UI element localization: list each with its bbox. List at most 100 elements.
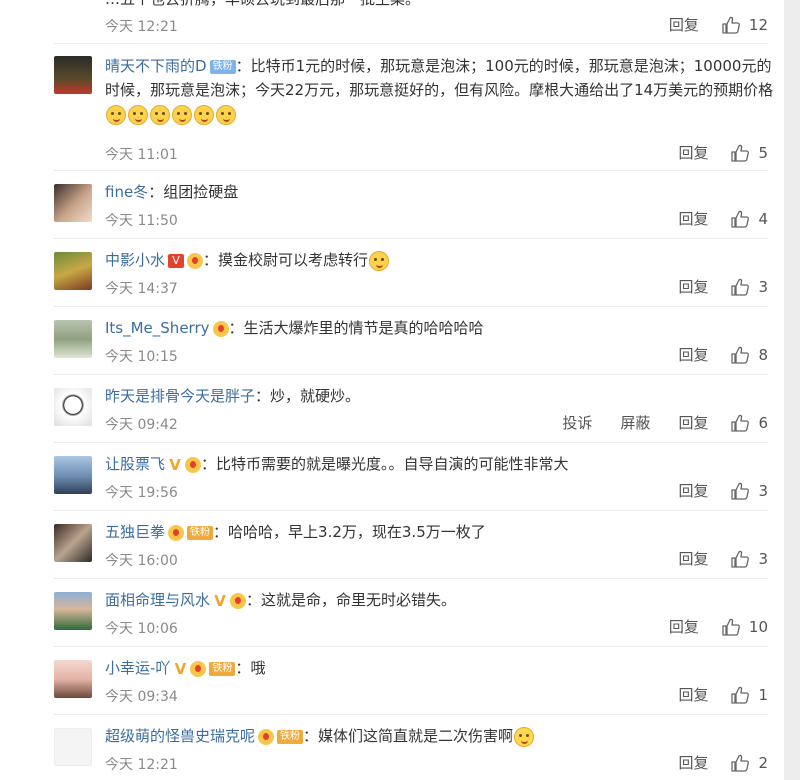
fan-badge: 铁粉 [187, 525, 214, 540]
avatar[interactable] [54, 56, 92, 94]
comment-actions: 回复 12 [641, 14, 768, 35]
comment-actions: 回复 3 [650, 276, 768, 297]
username-link[interactable]: fine冬 [105, 183, 148, 201]
crown-icon [185, 456, 202, 473]
comment-body: 让股票飞 V ：比特币需要的就是曝光度。。自导自演的可能性非常大 [105, 455, 569, 474]
comment-actions: 回复 5 [650, 142, 768, 163]
username-link[interactable]: 昨天是排骨今天是胖子 [105, 387, 255, 405]
doge-emoji-icon [106, 104, 126, 125]
like-button[interactable]: 2 [730, 753, 768, 773]
comment-time: 今天 09:34 [105, 689, 178, 705]
reply-button[interactable]: 回复 [678, 344, 708, 365]
like-count: 3 [758, 277, 768, 296]
comment-text: 媒体们这简直就是二次伤害啊 [318, 727, 514, 745]
thumbs-up-icon [722, 618, 740, 636]
report-button[interactable]: 投诉 [562, 412, 592, 433]
verified-badge-icon: V [169, 455, 181, 474]
comment-text: 哦 [250, 659, 266, 677]
divider [54, 306, 768, 307]
like-button[interactable]: 12 [721, 15, 768, 35]
comment-time: 今天 19:56 [105, 485, 178, 501]
reply-button[interactable]: 回复 [678, 208, 708, 229]
comment-body: 中影小水 V ：摸金校尉可以考虑转行 [105, 248, 775, 272]
like-button[interactable]: 8 [730, 345, 768, 365]
avatar[interactable] [54, 456, 92, 494]
like-count: 1 [758, 685, 768, 704]
comment-body: Its_Me_Sherry ：生活大爆炸里的情节是真的哈哈哈哈 [105, 319, 484, 337]
like-button[interactable]: 1 [730, 685, 768, 705]
comment-body: 五独巨拳 铁粉 ：哈哈哈，早上3.2万，现在3.5万一枚了 [105, 523, 486, 541]
comment-time: 今天 16:00 [105, 553, 178, 569]
comment-time: 今天 10:15 [105, 349, 178, 365]
divider [54, 510, 768, 511]
avatar[interactable] [54, 524, 92, 562]
doge-emoji-icon [172, 104, 192, 125]
like-button[interactable]: 4 [730, 209, 768, 229]
reply-button[interactable]: 回复 [678, 480, 708, 501]
comment-actions: 回复 3 [650, 548, 768, 569]
comment-panel: …五个也去折腾，华硕去玩到最后那一批生菜。 今天 12:21 回复 12 晴天不… [0, 0, 784, 780]
comment-text: 这就是命，命里无时必错失。 [261, 591, 457, 609]
comment-body: 小幸运-吖 V 铁粉 ：哦 [105, 659, 266, 678]
crown-icon [168, 524, 185, 541]
verified-badge-icon: V [214, 591, 226, 610]
comment-body: fine冬：组团捡硬盘 [105, 183, 239, 201]
avatar[interactable] [54, 660, 92, 698]
username-link[interactable]: 晴天不下雨的D [105, 57, 207, 75]
username-link[interactable]: 中影小水 [105, 251, 165, 269]
divider [54, 646, 768, 647]
comment-text: 组团捡硬盘 [163, 183, 239, 201]
like-count: 3 [758, 549, 768, 568]
reply-button[interactable]: 回复 [678, 752, 708, 773]
like-count: 3 [758, 481, 768, 500]
doge-emoji-icon [150, 104, 170, 125]
reply-button[interactable]: 回复 [669, 616, 699, 637]
username-link[interactable]: 面相命理与风水 [105, 591, 210, 609]
cat-emoji-icon [369, 250, 390, 271]
avatar[interactable] [54, 252, 92, 290]
username-link[interactable]: 小幸运-吖 [105, 659, 170, 677]
username-link[interactable]: 五独巨拳 [105, 523, 165, 541]
like-count: 6 [758, 413, 768, 432]
reply-button[interactable]: 回复 [678, 276, 708, 297]
thumbs-up-icon [731, 550, 750, 568]
avatar[interactable] [54, 320, 92, 358]
comment-time: 今天 12:21 [105, 757, 178, 773]
username-link[interactable]: 超级萌的怪兽史瑞克呢 [105, 727, 255, 745]
doge-emoji-icon [194, 104, 214, 125]
partial-comment-text: …五个也去折腾，华硕去玩到最后那一批生菜。 [105, 0, 420, 9]
like-button[interactable]: 10 [721, 617, 768, 637]
fan-badge: 铁粉 [277, 729, 304, 744]
like-button[interactable]: 6 [730, 413, 768, 433]
thumbs-up-icon [722, 16, 740, 34]
like-button[interactable]: 3 [730, 549, 768, 569]
comment-actions: 回复 3 [650, 480, 768, 501]
block-button[interactable]: 屏蔽 [620, 412, 650, 433]
reply-button[interactable]: 回复 [678, 412, 708, 433]
fan-badge: 铁粉 [209, 59, 236, 74]
username-link[interactable]: 让股票飞 [105, 455, 165, 473]
comment-body: 昨天是排骨今天是胖子：炒，就硬炒。 [105, 387, 361, 405]
reply-button[interactable]: 回复 [678, 684, 708, 705]
comment-time: 今天 11:01 [105, 147, 178, 163]
like-count: 4 [758, 209, 768, 228]
thumbs-up-icon [731, 414, 750, 432]
like-count: 5 [758, 143, 768, 162]
comment-text: 比特币需要的就是曝光度。。自导自演的可能性非常大 [216, 455, 569, 473]
avatar[interactable] [54, 592, 92, 630]
reply-button[interactable]: 回复 [678, 142, 708, 163]
reply-button[interactable]: 回复 [678, 548, 708, 569]
divider [54, 374, 768, 375]
thumbs-up-icon [731, 686, 750, 704]
doge-emoji-icon [216, 104, 236, 125]
like-button[interactable]: 3 [730, 481, 768, 501]
like-button[interactable]: 3 [730, 277, 768, 297]
avatar[interactable] [54, 388, 92, 426]
avatar[interactable] [54, 728, 92, 766]
crown-icon [212, 320, 229, 337]
like-button[interactable]: 5 [730, 143, 768, 163]
username-link[interactable]: Its_Me_Sherry [105, 319, 210, 337]
reply-button[interactable]: 回复 [669, 14, 699, 35]
avatar[interactable] [54, 184, 92, 222]
divider [54, 238, 768, 239]
